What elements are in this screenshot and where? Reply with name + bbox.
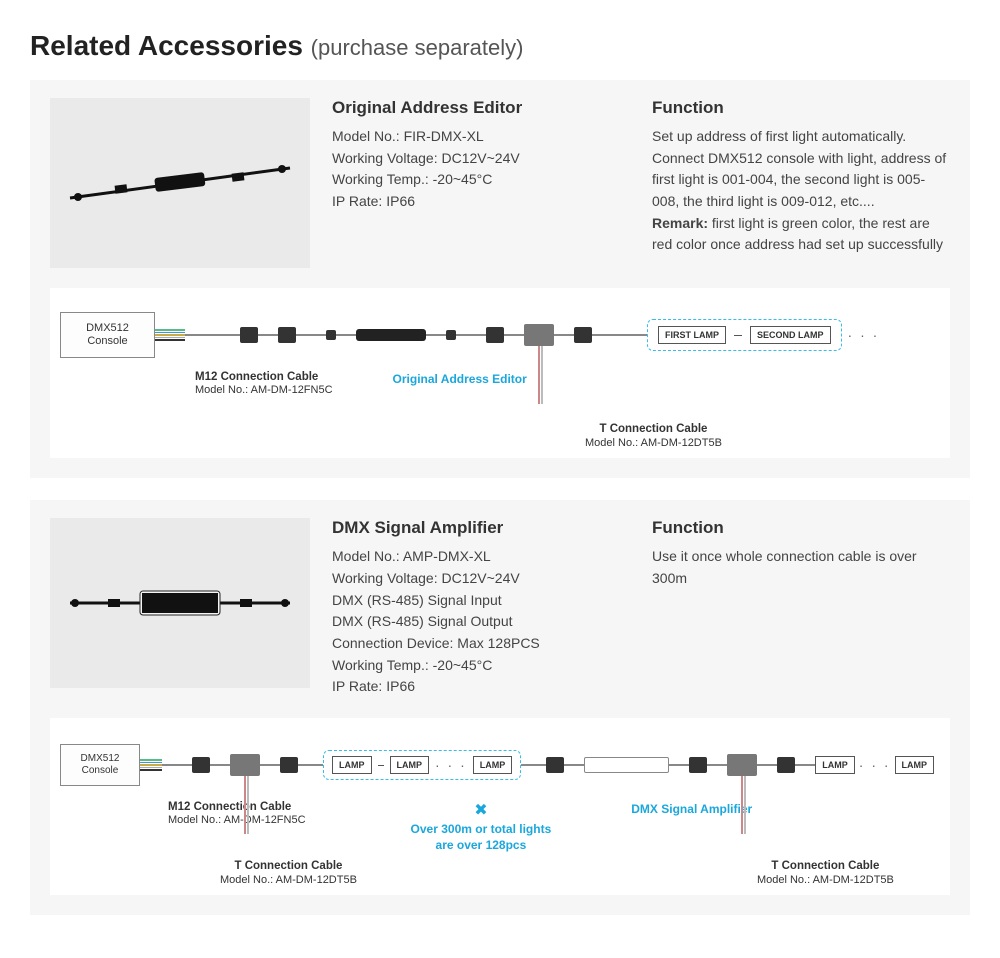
editor-label: Original Address Editor — [393, 372, 527, 398]
product-title: DMX Signal Amplifier — [332, 518, 630, 538]
connector-icon — [192, 757, 210, 773]
t-connector-icon — [524, 324, 554, 346]
lamp-box: LAMP — [332, 756, 372, 774]
m12-model: Model No.: AM-DM-12FN5C — [195, 384, 333, 398]
console-box: DMX512 Console — [60, 312, 155, 358]
connector-icon — [326, 330, 336, 340]
lamp-group-1: LAMP LAMP · · · LAMP — [323, 750, 521, 780]
accessory-panel-address-editor: Original Address Editor Model No.: FIR-D… — [30, 80, 970, 478]
product-title: Original Address Editor — [332, 98, 630, 118]
m12-title: M12 Connection Cable — [168, 800, 306, 814]
console-box: DMX512 Console — [60, 744, 140, 786]
ellipsis: · · · — [859, 757, 891, 773]
t-cable-label-2: T Connection Cable Model No.: AM-DM-12DT… — [757, 859, 894, 887]
spec-column: Original Address Editor Model No.: FIR-D… — [332, 98, 630, 268]
t-connector-icon — [230, 754, 260, 776]
connector-icon — [777, 757, 795, 773]
t-cable-model: Model No.: AM-DM-12DT5B — [585, 437, 722, 451]
spec-column: DMX Signal Amplifier Model No.: AMP-DMX-… — [332, 518, 630, 698]
section-heading: Related Accessories (purchase separately… — [30, 30, 970, 62]
heading-sub: (purchase separately) — [311, 35, 524, 60]
m12-cable-label: M12 Connection Cable Model No.: AM-DM-12… — [195, 370, 333, 398]
spec-line: Working Voltage: DC12V~24V — [332, 148, 630, 170]
heading-main: Related Accessories — [30, 30, 303, 61]
function-title: Function — [652, 98, 950, 118]
ellipsis: · · · — [435, 757, 467, 773]
first-lamp-box: FIRST LAMP — [658, 326, 726, 344]
t-cable-title: T Connection Cable — [220, 859, 357, 873]
connector-icon — [689, 757, 707, 773]
spec-line: Working Temp.: -20~45°C — [332, 655, 630, 677]
multi-wire-icon — [155, 329, 185, 342]
spec-line: Model No.: FIR-DMX-XL — [332, 126, 630, 148]
lamp-group: FIRST LAMP SECOND LAMP — [647, 319, 842, 351]
remark-label: Remark: — [652, 215, 708, 231]
lamp-box: LAMP — [473, 756, 513, 774]
function-column: Function Use it once whole connection ca… — [652, 518, 950, 698]
t-cable-model: Model No.: AM-DM-12DT5B — [757, 874, 894, 888]
t-cable-title: T Connection Cable — [585, 422, 722, 436]
amplifier-label: DMX Signal Amplifier — [631, 802, 752, 816]
ellipsis: · · · — [848, 327, 880, 343]
connector-icon — [574, 327, 592, 343]
t-cable-label: T Connection Cable Model No.: AM-DM-12DT… — [585, 422, 722, 450]
over-300m-note: ✖ Over 300m or total lights are over 128… — [411, 800, 552, 853]
function-body-text: Set up address of first light automatica… — [652, 128, 946, 209]
function-body: Use it once whole connection cable is ov… — [652, 546, 950, 589]
function-title: Function — [652, 518, 950, 538]
m12-cable-label: M12 Connection Cable Model No.: AM-DM-12… — [168, 800, 306, 828]
m12-title: M12 Connection Cable — [195, 370, 333, 384]
connector-icon — [280, 757, 298, 773]
t-cable-model: Model No.: AM-DM-12DT5B — [220, 874, 357, 888]
m12-model: Model No.: AM-DM-12FN5C — [168, 814, 306, 828]
t-cable-title: T Connection Cable — [757, 859, 894, 873]
spec-line: Working Voltage: DC12V~24V — [332, 568, 630, 590]
connector-icon — [240, 327, 258, 343]
wiring-diagram-1: DMX512 Console — [50, 288, 950, 458]
spec-line: IP Rate: IP66 — [332, 676, 630, 698]
second-lamp-box: SECOND LAMP — [750, 326, 831, 344]
spec-line: Model No.: AMP-DMX-XL — [332, 546, 630, 568]
connector-icon — [278, 327, 296, 343]
product-image-amplifier — [50, 518, 310, 688]
spec-line: IP Rate: IP66 — [332, 191, 630, 213]
spec-line: Connection Device: Max 128PCS — [332, 633, 630, 655]
address-editor-device-icon — [356, 329, 426, 341]
connector-icon — [446, 330, 456, 340]
amplifier-device-icon — [584, 757, 669, 773]
connector-icon — [546, 757, 564, 773]
lamp-box: LAMP — [895, 756, 935, 774]
wiring-diagram-2: DMX512 Console LAMP LAMP · · · — [50, 718, 950, 895]
lamp-box: LAMP — [815, 756, 855, 774]
spec-line: DMX (RS-485) Signal Output — [332, 611, 630, 633]
note-line-1: Over 300m or total lights — [411, 822, 552, 838]
accessory-panel-amplifier: DMX Signal Amplifier Model No.: AMP-DMX-… — [30, 500, 970, 915]
t-cable-label-1: T Connection Cable Model No.: AM-DM-12DT… — [220, 859, 357, 887]
note-line-2: are over 128pcs — [411, 838, 552, 854]
product-image-address-editor — [50, 98, 310, 268]
function-body: Set up address of first light automatica… — [652, 126, 950, 256]
spec-line: Working Temp.: -20~45°C — [332, 169, 630, 191]
spec-line: DMX (RS-485) Signal Input — [332, 590, 630, 612]
tools-icon: ✖ — [411, 800, 552, 820]
function-column: Function Set up address of first light a… — [652, 98, 950, 268]
connector-icon — [486, 327, 504, 343]
lamp-box: LAMP — [390, 756, 430, 774]
multi-wire-icon — [140, 759, 162, 772]
t-connector-icon — [727, 754, 757, 776]
